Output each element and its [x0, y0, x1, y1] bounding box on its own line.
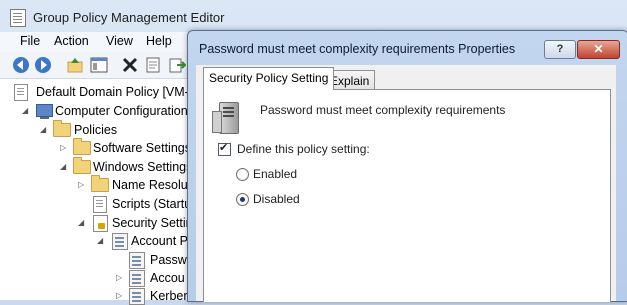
policy-icon	[129, 270, 145, 287]
show-hide-tree-icon[interactable]	[90, 56, 108, 74]
up-folder-icon[interactable]	[66, 56, 84, 74]
delete-icon[interactable]	[121, 56, 139, 74]
dialog-title: Password must meet complexity requiremen…	[199, 42, 516, 56]
tree-label: Security Settin	[112, 216, 193, 230]
forward-arrow-icon[interactable]	[34, 56, 52, 74]
tree-label: Account P	[131, 234, 188, 248]
collapse-arrow-icon[interactable]: ◢	[60, 162, 66, 171]
export-icon[interactable]	[168, 56, 186, 74]
tree-label: Accou	[150, 271, 185, 285]
define-policy-label[interactable]: Define this policy setting:	[237, 142, 370, 156]
expand-arrow-icon[interactable]: ▷	[60, 143, 66, 152]
script-icon	[93, 196, 107, 213]
enabled-label[interactable]: Enabled	[253, 167, 297, 181]
folder-icon	[73, 138, 91, 155]
menu-help[interactable]: Help	[146, 34, 172, 48]
disabled-label[interactable]: Disabled	[253, 192, 300, 206]
collapse-arrow-icon[interactable]: ◢	[97, 236, 103, 245]
main-window-title: Group Policy Management Editor	[33, 10, 225, 25]
enabled-radio[interactable]	[236, 168, 249, 181]
help-button[interactable]: ?	[544, 40, 576, 59]
main-title-bar: Group Policy Management Editor	[0, 0, 627, 34]
tree-label: Name Resolut	[112, 178, 192, 192]
tree-label: Computer Configuration	[55, 104, 188, 118]
tree-label: Scripts (Startup	[112, 197, 199, 211]
define-policy-checkbox[interactable]	[218, 141, 231, 156]
menu-file[interactable]: File	[20, 34, 40, 48]
properties-icon[interactable]	[144, 56, 162, 74]
computer-icon	[36, 104, 53, 119]
close-button[interactable]: ✕	[577, 40, 620, 59]
tree-label: Software Settings	[93, 141, 191, 155]
tab-security-policy-setting[interactable]: Security Policy Setting	[203, 67, 335, 90]
tree-label: Policies	[74, 123, 118, 137]
server-policy-icon	[212, 102, 239, 134]
expand-arrow-icon[interactable]: ▷	[78, 180, 84, 189]
collapse-arrow-icon[interactable]: ◢	[78, 218, 84, 227]
dialog-client-area: Security Policy Setting Explain Password…	[196, 65, 616, 302]
folder-icon	[73, 157, 91, 174]
policy-icon	[129, 288, 145, 305]
tree-label: Windows Settings	[93, 160, 193, 174]
properties-dialog: Password must meet complexity requiremen…	[187, 30, 627, 302]
menu-action[interactable]: Action	[54, 34, 89, 48]
folder-icon	[91, 175, 109, 192]
tab-panel: Password must meet complexity requiremen…	[203, 89, 611, 302]
policy-name: Password must meet complexity requiremen…	[260, 103, 506, 117]
policy-doc-icon	[14, 84, 28, 101]
tree-label: Default Domain Policy [VM-S	[36, 85, 198, 99]
menu-view[interactable]: View	[106, 34, 133, 48]
security-icon	[93, 215, 108, 232]
collapse-arrow-icon[interactable]: ◢	[22, 106, 28, 115]
back-arrow-icon[interactable]	[12, 56, 30, 74]
disabled-radio[interactable]	[236, 193, 249, 206]
expand-arrow-icon[interactable]: ▷	[116, 273, 122, 282]
policy-icon	[112, 233, 128, 250]
expand-arrow-icon[interactable]: ▷	[116, 291, 122, 300]
folder-icon	[53, 120, 71, 137]
policy-icon	[129, 252, 145, 269]
gpme-app-icon	[10, 9, 26, 27]
collapse-arrow-icon[interactable]: ◢	[40, 125, 46, 134]
